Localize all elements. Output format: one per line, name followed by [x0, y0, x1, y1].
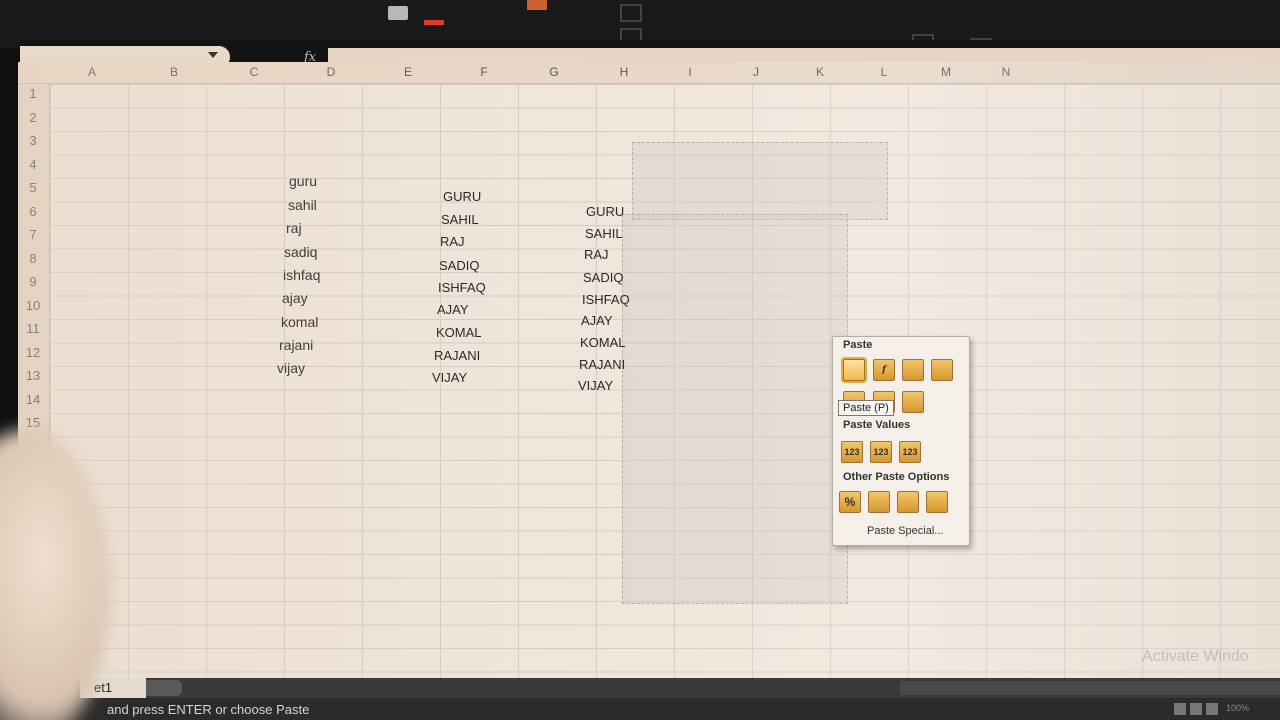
column-header[interactable]: F: [454, 65, 514, 79]
row-header[interactable]: 5: [18, 180, 48, 195]
column-header[interactable]: M: [916, 65, 976, 79]
column-header[interactable]: I: [660, 65, 720, 79]
format-icon[interactable]: [527, 0, 547, 10]
paste-formulas-number-format-icon[interactable]: [902, 359, 924, 381]
selection-range: [622, 214, 848, 604]
row-header[interactable]: 11: [18, 321, 48, 336]
row-header[interactable]: 3: [18, 133, 48, 148]
row-header[interactable]: 14: [18, 392, 48, 407]
cell[interactable]: sadiq: [284, 244, 317, 260]
row-header[interactable]: 2: [18, 110, 48, 125]
cell[interactable]: guru: [289, 173, 317, 189]
cell[interactable]: GURU: [586, 204, 624, 219]
cell[interactable]: RAJANI: [434, 348, 480, 363]
cell[interactable]: GURU: [443, 189, 481, 204]
row-header[interactable]: 13: [18, 368, 48, 383]
column-header[interactable]: E: [378, 65, 438, 79]
row-header[interactable]: 8: [18, 251, 48, 266]
cell[interactable]: KOMAL: [436, 325, 482, 340]
paste-link-icon[interactable]: [868, 491, 890, 513]
cell[interactable]: ISHFAQ: [582, 292, 630, 307]
copy-range: [632, 142, 888, 220]
paste-special-link[interactable]: Paste Special...: [867, 525, 943, 537]
cell[interactable]: RAJANI: [579, 357, 625, 372]
normal-view-icon[interactable]: [1174, 703, 1186, 715]
wrap-text-icon[interactable]: [620, 4, 642, 22]
row-header[interactable]: 6: [18, 204, 48, 219]
cell[interactable]: SAHIL: [585, 226, 623, 241]
paste-heading: Paste: [843, 339, 873, 351]
paste-values-heading: Paste Values: [843, 419, 911, 431]
cell[interactable]: komal: [281, 314, 318, 330]
row-header[interactable]: 7: [18, 227, 48, 242]
paste-formulas-icon[interactable]: f: [873, 359, 895, 381]
paste-formatting-icon[interactable]: %: [839, 491, 861, 513]
transpose-icon[interactable]: [902, 391, 924, 413]
cell[interactable]: VIJAY: [432, 370, 467, 385]
cell[interactable]: sahil: [288, 197, 317, 213]
column-header[interactable]: G: [524, 65, 584, 79]
values-source-format-icon[interactable]: 123: [899, 441, 921, 463]
row-header[interactable]: 10: [18, 298, 48, 313]
column-header[interactable]: L: [854, 65, 914, 79]
cell[interactable]: AJAY: [581, 313, 613, 328]
cell[interactable]: RAJ: [584, 247, 609, 262]
paste-options-menu: Paste f Paste Values 123 123 123 Other P…: [832, 336, 970, 546]
cell[interactable]: SADIQ: [439, 258, 479, 273]
cell[interactable]: rajani: [279, 337, 313, 353]
column-header[interactable]: A: [62, 65, 122, 79]
page-layout-icon[interactable]: [1190, 703, 1202, 715]
column-header[interactable]: K: [790, 65, 850, 79]
cell[interactable]: ISHFAQ: [438, 280, 486, 295]
row-header[interactable]: 12: [18, 345, 48, 360]
cell[interactable]: RAJ: [440, 234, 465, 249]
cell[interactable]: AJAY: [437, 302, 469, 317]
new-sheet-icon[interactable]: [146, 680, 182, 696]
cell[interactable]: SADIQ: [583, 270, 623, 285]
status-text: and press ENTER or choose Paste: [107, 702, 310, 717]
column-header[interactable]: J: [726, 65, 786, 79]
sheet-tab-bar: et1: [0, 678, 1280, 698]
cell[interactable]: raj: [286, 220, 302, 236]
column-header[interactable]: H: [594, 65, 654, 79]
column-header[interactable]: C: [224, 65, 284, 79]
status-bar: and press ENTER or choose Paste 100%: [0, 698, 1280, 720]
worksheet[interactable]: A B C D E F G H I J K L M N 1 2 3 4 5 6 …: [18, 62, 1280, 682]
other-paste-options-heading: Other Paste Options: [843, 471, 950, 483]
fill-color-icon[interactable]: [388, 6, 408, 20]
cell[interactable]: VIJAY: [578, 378, 613, 393]
column-header[interactable]: N: [976, 65, 1036, 79]
cell[interactable]: SAHIL: [441, 212, 479, 227]
column-header[interactable]: D: [301, 65, 361, 79]
paste-values-icon[interactable]: 123: [841, 441, 863, 463]
activate-windows-watermark: Activate Windo: [1142, 648, 1249, 665]
cell[interactable]: KOMAL: [580, 335, 626, 350]
chevron-down-icon[interactable]: [208, 52, 218, 58]
paste-tooltip: Paste (P): [838, 400, 894, 416]
column-header-bar: A B C D E F G H I J K L M N: [18, 62, 1280, 84]
keep-source-formatting-icon[interactable]: [931, 359, 953, 381]
row-header[interactable]: 1: [18, 86, 48, 101]
cell[interactable]: vijay: [277, 360, 305, 376]
cell[interactable]: ishfaq: [283, 267, 320, 283]
row-header[interactable]: 4: [18, 157, 48, 172]
page-break-icon[interactable]: [1206, 703, 1218, 715]
row-header[interactable]: 15: [18, 415, 48, 430]
zoom-level[interactable]: 100%: [1226, 703, 1249, 713]
cell[interactable]: ajay: [282, 290, 308, 306]
row-header[interactable]: 9: [18, 274, 48, 289]
values-number-format-icon[interactable]: 123: [870, 441, 892, 463]
font-color-icon[interactable]: [424, 20, 444, 25]
horizontal-scrollbar[interactable]: [900, 681, 1280, 695]
paste-picture-icon[interactable]: [897, 491, 919, 513]
column-header[interactable]: B: [144, 65, 204, 79]
paste-button[interactable]: [841, 357, 867, 383]
linked-picture-icon[interactable]: [926, 491, 948, 513]
